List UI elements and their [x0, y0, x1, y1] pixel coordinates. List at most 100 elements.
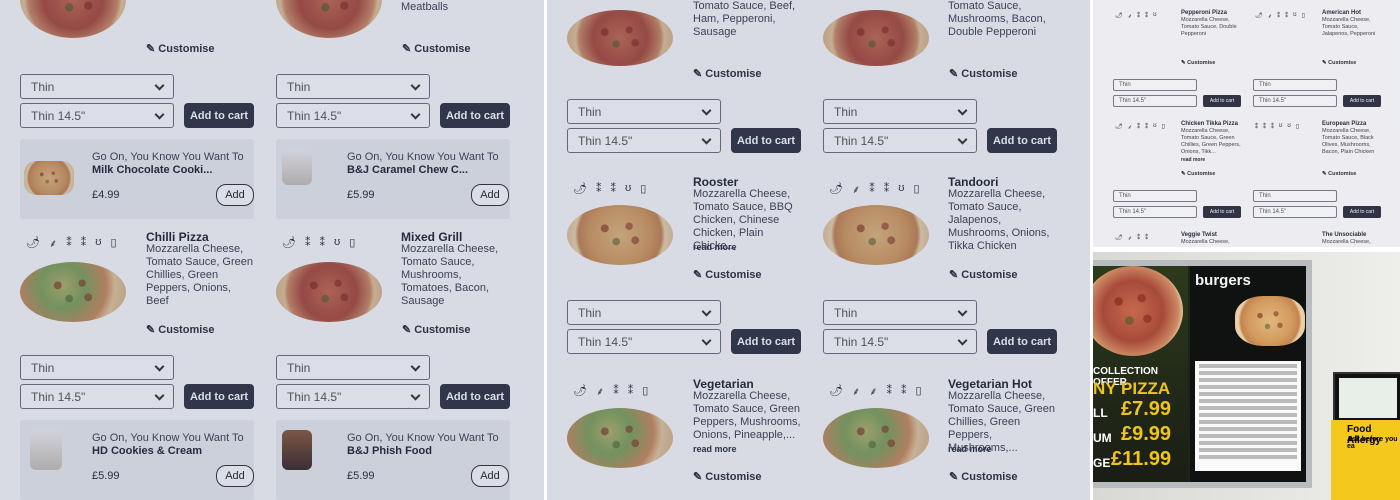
size-select[interactable]: Thin 14.5" [20, 103, 174, 128]
pizza-image [567, 10, 673, 66]
pizza-image [276, 0, 382, 38]
add-to-cart-button[interactable]: Add to cart [987, 329, 1057, 354]
upsell-card: Go On, You Know You Want To B&J Caramel … [276, 139, 510, 219]
size-select[interactable]: Thin 14.5" [1253, 206, 1337, 218]
size-select[interactable]: Thin 14.5" [1253, 95, 1337, 107]
base-select[interactable]: Thin [1253, 190, 1337, 202]
base-select[interactable]: Thin [276, 355, 430, 380]
size-label: GE [1093, 456, 1111, 470]
upsell-title: Go On, You Know You Want To [92, 151, 244, 163]
pizza-name: Vegetarian Hot [948, 377, 1033, 391]
add-to-cart-button[interactable]: Add to cart [731, 329, 801, 354]
customise-button[interactable]: ✎ Customise [949, 67, 1018, 80]
size-select[interactable]: Thin 14.5" [823, 128, 977, 153]
base-select[interactable]: Thin [20, 355, 174, 380]
customise-button[interactable]: ✎ Customise [1181, 60, 1215, 66]
size-select[interactable]: Thin 14.5" [276, 384, 430, 409]
bottle-icon: ▯ [642, 385, 649, 397]
base-select[interactable]: Thin [567, 300, 721, 325]
bottle-icon: ▯ [913, 183, 920, 195]
add-to-cart-button[interactable]: Add to cart [1203, 206, 1241, 218]
bottle-icon: ▯ [110, 237, 117, 249]
size-select[interactable]: Thin 14.5" [20, 384, 174, 409]
base-select[interactable]: Thin [20, 74, 174, 99]
read-more-link[interactable]: read more [693, 444, 737, 454]
wheat-icon: ⁑ [627, 385, 634, 397]
pizza-offer-poster: COLLECTION OFFER NY PIZZA LL £7.99 UM £9… [1093, 266, 1188, 482]
wheat-icon: ⁑ [869, 183, 875, 195]
wheat-icon: ⁑ [610, 183, 616, 195]
customise-button[interactable]: ✎ Customise [693, 470, 762, 483]
size-select[interactable]: Thin 14.5" [276, 103, 430, 128]
leaf-icon: ⸙ [48, 238, 58, 250]
pizza-name: European Pizza [1322, 121, 1367, 127]
dietary-icons: 🌶 ⁑ ⁑ ʊ ▯ [573, 182, 683, 195]
ice-cream-tub-image [282, 430, 312, 470]
size-select[interactable]: Thin 14.5" [1113, 206, 1197, 218]
read-more-link[interactable]: read more [948, 444, 992, 454]
add-to-cart-button[interactable]: Add to cart [1343, 206, 1381, 218]
add-to-cart-button[interactable]: Add to cart [731, 128, 801, 153]
upsell-name: HD Cookies & Cream [92, 445, 203, 457]
chilli-icon: 🌶 [573, 385, 587, 397]
pizza-description: Tomato Sauce, Beef, Ham, Pepperoni, Saus… [693, 0, 796, 38]
pizza-description: Tomato Sauce, Mushrooms, Bacon, Double P… [948, 0, 1046, 38]
dietary-icons: 🌶 ⸙ ⁑ ⁑ ʊ ▯ [1255, 12, 1305, 20]
customise-button[interactable]: ✎ Customise [146, 323, 215, 336]
size-select[interactable]: Thin 14.5" [567, 128, 721, 153]
bottle-icon: ▯ [915, 385, 922, 397]
add-to-cart-button[interactable]: Add to cart [184, 384, 254, 409]
wheat-icon: ⁑ [304, 237, 311, 249]
chilli-icon: 🌶 [282, 237, 296, 249]
base-select[interactable]: Thin [823, 99, 977, 124]
read-more-link[interactable]: read more [693, 242, 737, 252]
add-button[interactable]: Add [471, 184, 509, 206]
customise-button[interactable]: ✎ Customise [693, 268, 762, 281]
dietary-icons: 🌶 ⸙ ⁑ ⁑ ʊ ▯ [1115, 123, 1165, 131]
customise-button[interactable]: ✎ Customise [402, 323, 471, 336]
base-select[interactable]: Thin [823, 300, 977, 325]
wheat-icon: ⁑ [595, 183, 602, 195]
base-select[interactable]: Thin [1253, 79, 1337, 91]
bottle-icon: ▯ [349, 237, 356, 249]
customise-button[interactable]: ✎ Customise [949, 470, 1018, 483]
add-to-cart-button[interactable]: Add to cart [440, 384, 510, 409]
customise-button[interactable]: ✎ Customise [1322, 171, 1356, 177]
add-to-cart-button[interactable]: Add to cart [184, 103, 254, 128]
add-to-cart-button[interactable]: Add to cart [1343, 95, 1381, 107]
upsell-price: £5.99 [92, 470, 120, 482]
size-select[interactable]: Thin 14.5" [1113, 95, 1197, 107]
price-text: £9.99 [1121, 423, 1172, 445]
add-to-cart-button[interactable]: Add to cart [1203, 95, 1241, 107]
customise-button[interactable]: ✎ Customise [1322, 60, 1356, 66]
size-select[interactable]: Thin 14.5" [823, 329, 977, 354]
read-more-link[interactable]: read more [1181, 157, 1205, 163]
customise-button[interactable]: ✎ Customise [1181, 171, 1215, 177]
customise-button[interactable]: ✎ Customise [949, 268, 1018, 281]
customise-button[interactable]: ✎ Customise [146, 42, 215, 55]
leaf-icon: ⸙ [851, 386, 861, 398]
add-button[interactable]: Add [471, 465, 509, 487]
leaf-icon: ⸙ [869, 386, 878, 398]
base-select[interactable]: Thin [567, 99, 721, 124]
upsell-card: Go On, You Know You Want To HD Cookies &… [20, 420, 254, 500]
base-select[interactable]: Thin [276, 74, 430, 99]
base-select[interactable]: Thin [1113, 190, 1197, 202]
menu-panel-left: Meatballs ✎ Customise ✎ Customise Thin T… [0, 0, 544, 500]
size-select[interactable]: Thin 14.5" [567, 329, 721, 354]
add-button[interactable]: Add [216, 465, 254, 487]
dietary-icons: 🌶 ⁑ ⁑ ʊ ▯ [282, 236, 392, 249]
add-to-cart-button[interactable]: Add to cart [440, 103, 510, 128]
bottle-icon: ▯ [640, 183, 647, 195]
chilli-icon: 🌶 [829, 183, 843, 195]
upsell-price: £5.99 [347, 470, 375, 482]
base-select[interactable]: Thin [1113, 79, 1197, 91]
customise-button[interactable]: ✎ Customise [693, 67, 762, 80]
upsell-name: Milk Chocolate Cooki... [92, 164, 213, 176]
leaf-icon: ⸙ [851, 184, 861, 196]
wheat-icon: ⁑ [613, 385, 619, 397]
add-button[interactable]: Add [216, 184, 254, 206]
customise-button[interactable]: ✎ Customise [402, 42, 471, 55]
dietary-icons: 🌶 ⸙ ⁑ ⁑ ʊ ▯ [26, 236, 136, 251]
add-to-cart-button[interactable]: Add to cart [987, 128, 1057, 153]
